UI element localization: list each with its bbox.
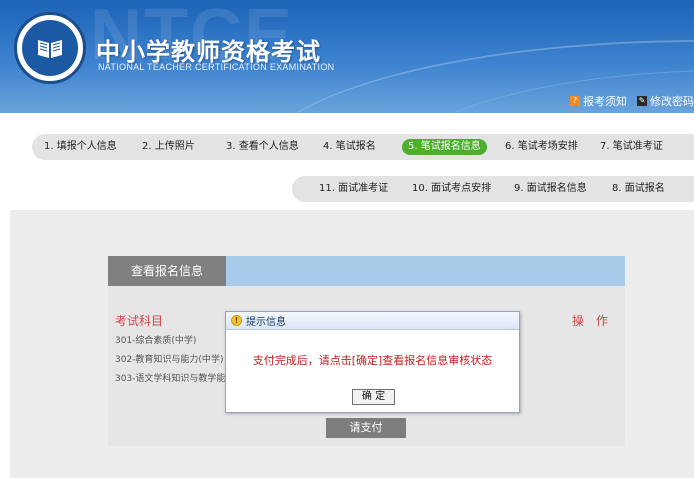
subject-item: 301-综合素质(中学)	[115, 336, 197, 346]
dialog-title: 提示信息	[246, 317, 286, 328]
dialog-titlebar[interactable]: ! 提示信息	[226, 312, 519, 330]
change-password-link[interactable]: ✎ 修改密码	[637, 93, 694, 109]
operation-column-header: 操 作	[572, 314, 612, 328]
lock-icon: ✎	[637, 96, 647, 106]
site-subtitle: NATIONAL TEACHER CERTIFICATION EXAMINATI…	[98, 62, 335, 72]
step-4[interactable]: 4. 笔试报名	[323, 134, 376, 160]
step-3[interactable]: 3. 查看个人信息	[226, 134, 299, 160]
exam-notice-link[interactable]: ? 报考须知	[570, 93, 627, 109]
step-1[interactable]: 1. 填报个人信息	[44, 134, 117, 160]
pay-button[interactable]: 请支付	[326, 418, 406, 438]
change-password-label: 修改密码	[650, 95, 694, 108]
ntce-logo	[14, 12, 86, 84]
step-6[interactable]: 6. 笔试考场安排	[505, 134, 578, 160]
panel-tab-view-registration[interactable]: 查看报名信息	[108, 256, 226, 286]
confirm-button[interactable]: 确 定	[352, 389, 395, 405]
info-icon: ?	[570, 96, 580, 106]
step-5-active[interactable]: 5. 笔试报名信息	[402, 139, 487, 155]
exam-notice-label: 报考须知	[583, 95, 627, 108]
logo-inner	[22, 20, 78, 76]
warning-icon: !	[231, 315, 242, 326]
step-11[interactable]: 11. 面试准考证	[319, 176, 388, 202]
steps-bar-written: 1. 填报个人信息 2. 上传照片 3. 查看个人信息 4. 笔试报名 5. 笔…	[32, 134, 694, 160]
subject-column-header: 考试科目	[115, 314, 164, 328]
steps-bar-interview: 11. 面试准考证 10. 面试考点安排 9. 面试报名信息 8. 面试报名	[292, 176, 694, 202]
subject-item: 303-语文学科知识与教学能力	[115, 374, 235, 384]
notice-dialog: ! 提示信息 支付完成后，请点击[确定]查看报名信息审核状态 确 定	[225, 311, 520, 413]
step-2[interactable]: 2. 上传照片	[142, 134, 195, 160]
step-8[interactable]: 8. 面试报名	[612, 176, 665, 202]
step-7[interactable]: 7. 笔试准考证	[600, 134, 663, 160]
step-10[interactable]: 10. 面试考点安排	[412, 176, 491, 202]
header-links: ? 报考须知 ✎ 修改密码	[570, 93, 694, 109]
dialog-message: 支付完成后，请点击[确定]查看报名信息审核状态	[252, 354, 493, 367]
site-header: NTCE 中小学教师资格考试 NATIONAL TEACHER CERTIFIC…	[0, 0, 694, 113]
subject-item: 302-教育知识与能力(中学)	[115, 355, 224, 365]
step-9[interactable]: 9. 面试报名信息	[514, 176, 587, 202]
book-icon	[38, 40, 62, 58]
